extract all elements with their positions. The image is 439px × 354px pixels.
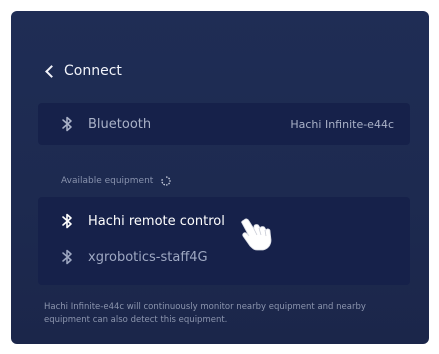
hand-pointer-icon — [237, 214, 277, 254]
chevron-left-icon — [45, 64, 58, 78]
footer-note: Hachi Infinite-e44c will continuously mo… — [44, 302, 366, 325]
connect-screen: Connect Bluetooth Hachi Infinite-e44c Av… — [11, 11, 429, 344]
page-title: Connect — [64, 63, 122, 79]
list-item-hachi-remote-control[interactable]: Hachi remote control — [38, 203, 410, 239]
device-name: Hachi remote control — [88, 213, 225, 229]
back-button[interactable]: Connect — [45, 63, 122, 79]
available-equipment-label: Available equipment — [61, 176, 154, 186]
bluetooth-label: Bluetooth — [88, 116, 152, 132]
available-equipment-list: Hachi remote control xgrobotics-staff4G — [38, 197, 410, 285]
device-name: xgrobotics-staff4G — [88, 249, 208, 265]
available-equipment-heading: Available equipment — [61, 176, 171, 186]
list-item-xgrobotics-staff4g[interactable]: xgrobotics-staff4G — [38, 239, 410, 275]
bluetooth-icon — [60, 115, 74, 133]
bluetooth-device-name: Hachi Infinite-e44c — [290, 117, 394, 131]
bluetooth-icon — [60, 248, 74, 266]
loading-spinner-icon — [161, 176, 171, 186]
bluetooth-row[interactable]: Bluetooth Hachi Infinite-e44c — [38, 103, 410, 145]
bluetooth-icon — [60, 212, 74, 230]
